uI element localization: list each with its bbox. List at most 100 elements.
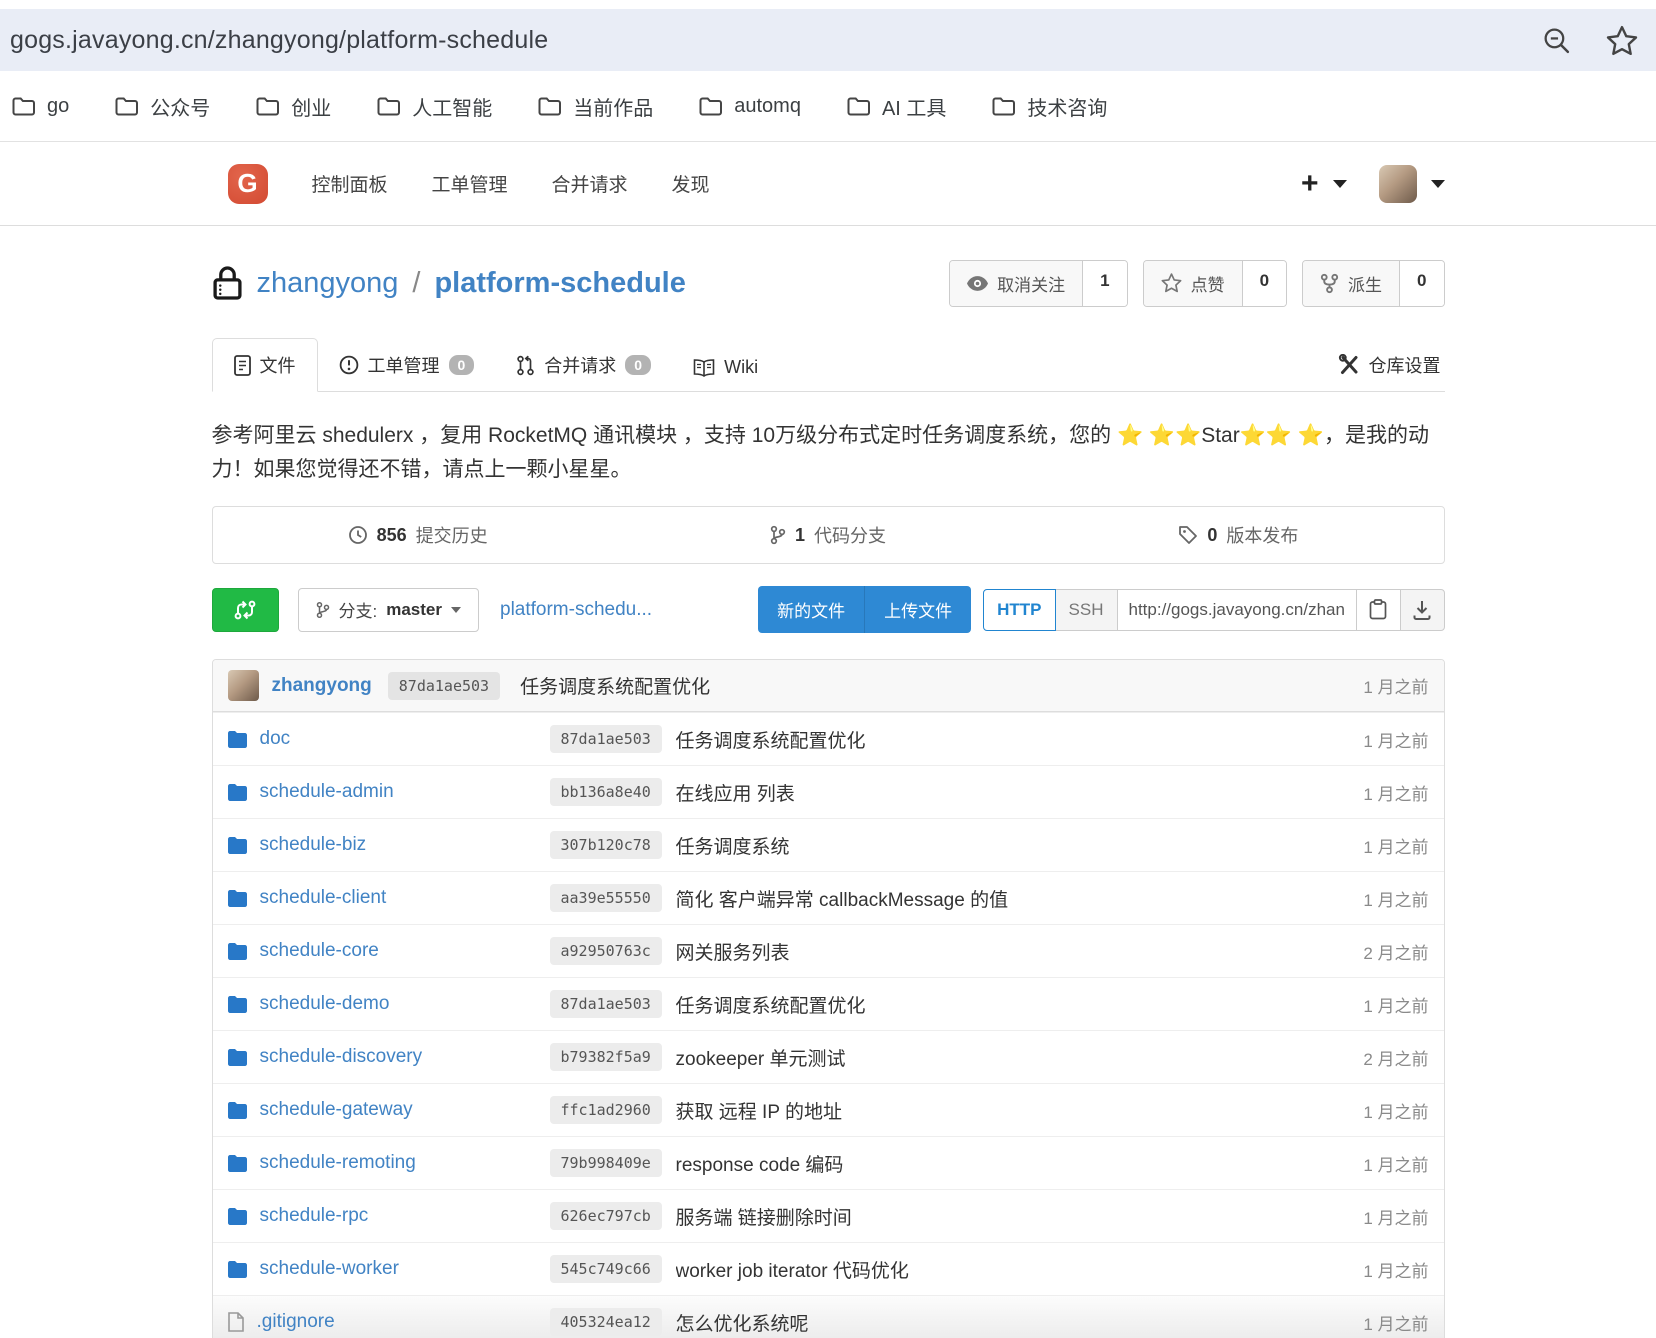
star-button[interactable]: 点赞 — [1144, 261, 1242, 306]
forks-count[interactable]: 0 — [1399, 261, 1443, 306]
table-row-schedule-gateway[interactable]: schedule-gateway ffc1ad2960 获取 远程 IP 的地址… — [213, 1083, 1444, 1136]
commit-hash-badge[interactable]: 87da1ae503 — [550, 725, 662, 753]
gogs-logo[interactable]: G — [228, 164, 268, 204]
browser-url-bar[interactable]: gogs.javayong.cn/zhangyong/platform-sche… — [0, 9, 1656, 71]
table-row-schedule-discovery[interactable]: schedule-discovery b79382f5a9 zookeeper … — [213, 1030, 1444, 1083]
file-link[interactable]: .gitignore — [257, 1311, 335, 1333]
table-row-schedule-client[interactable]: schedule-client aa39e55550 简化 客户端异常 call… — [213, 871, 1444, 924]
nav-pulls[interactable]: 合并请求 — [552, 170, 628, 197]
http-protocol-button[interactable]: HTTP — [983, 589, 1055, 631]
nav-issues[interactable]: 工单管理 — [432, 170, 508, 197]
file-link[interactable]: schedule-gateway — [260, 1099, 413, 1121]
bookmark-item-ai-tools[interactable]: AI 工具 — [847, 92, 946, 121]
table-row-schedule-admin[interactable]: schedule-admin bb136a8e40 在线应用 列表 1 月之前 — [213, 765, 1444, 818]
file-link[interactable]: schedule-rpc — [260, 1205, 369, 1227]
star-icon — [1161, 273, 1182, 293]
commit-hash-badge[interactable]: a92950763c — [550, 937, 662, 965]
bookmark-label: 当前作品 — [573, 92, 653, 121]
commit-hash-badge[interactable]: bb136a8e40 — [550, 778, 662, 806]
create-new-button[interactable]: + — [1301, 169, 1319, 199]
commit-hash-badge[interactable]: 307b120c78 — [550, 831, 662, 859]
folder-icon — [228, 943, 247, 960]
bookmark-item-consult[interactable]: 技术咨询 — [992, 92, 1107, 121]
file-link[interactable]: schedule-demo — [260, 993, 390, 1015]
download-button[interactable] — [1400, 589, 1445, 631]
file-link[interactable]: doc — [260, 728, 291, 750]
upload-file-button[interactable]: 上传文件 — [864, 586, 971, 633]
compare-button[interactable] — [212, 588, 279, 632]
user-avatar[interactable] — [1379, 165, 1417, 203]
commit-hash-badge[interactable]: 87da1ae503 — [550, 990, 662, 1018]
star-label: 点赞 — [1191, 271, 1225, 296]
table-row-doc[interactable]: doc 87da1ae503 任务调度系统配置优化 1 月之前 — [213, 712, 1444, 765]
fork-button[interactable]: 派生 — [1303, 261, 1399, 306]
table-row-schedule-worker[interactable]: schedule-worker 545c749c66 worker job it… — [213, 1242, 1444, 1295]
watchers-count[interactable]: 1 — [1082, 261, 1126, 306]
clone-url-input[interactable] — [1117, 589, 1357, 631]
table-row-schedule-core[interactable]: schedule-core a92950763c 网关服务列表 2 月之前 — [213, 924, 1444, 977]
commits-stat[interactable]: 856 提交历史 — [213, 522, 623, 548]
nav-dashboard[interactable]: 控制面板 — [312, 170, 388, 197]
commit-message: 任务调度系统 — [676, 832, 1364, 859]
tab-pulls[interactable]: 合并请求 0 — [495, 339, 672, 391]
bookmark-item-works[interactable]: 当前作品 — [538, 92, 653, 121]
commit-message: zookeeper 单元测试 — [676, 1044, 1364, 1071]
caret-down-icon[interactable] — [1333, 180, 1347, 188]
url-text[interactable]: gogs.javayong.cn/zhangyong/platform-sche… — [10, 26, 548, 55]
repo-settings-button[interactable]: 仓库设置 — [1334, 339, 1445, 391]
branch-dropdown[interactable]: 分支: master — [298, 588, 480, 632]
branches-stat[interactable]: 1 代码分支 — [623, 522, 1033, 548]
table-row-schedule-rpc[interactable]: schedule-rpc 626ec797cb 服务端 链接删除时间 1 月之前 — [213, 1189, 1444, 1242]
commit-hash-badge[interactable]: 79b998409e — [550, 1149, 662, 1177]
ssh-protocol-button[interactable]: SSH — [1055, 589, 1118, 631]
bookmark-item-ai[interactable]: 人工智能 — [377, 92, 492, 121]
book-icon — [693, 359, 715, 377]
releases-stat[interactable]: 0 版本发布 — [1033, 522, 1443, 548]
commit-hash-badge[interactable]: 87da1ae503 — [388, 672, 500, 700]
repo-name-link[interactable]: platform-schedule — [434, 267, 685, 300]
bookmark-item-automq[interactable]: automq — [699, 95, 801, 118]
folder-icon — [228, 890, 247, 907]
table-row-schedule-biz[interactable]: schedule-biz 307b120c78 任务调度系统 1 月之前 — [213, 818, 1444, 871]
zoom-out-icon[interactable] — [1541, 25, 1572, 56]
commit-author-link[interactable]: zhangyong — [272, 675, 372, 697]
repo-owner-link[interactable]: zhangyong — [257, 267, 399, 300]
bookmark-star-icon[interactable] — [1606, 25, 1638, 56]
table-row-gitignore[interactable]: .gitignore 405324ea12 怎么优化系统呢 1 月之前 — [213, 1295, 1444, 1338]
table-row-schedule-demo[interactable]: schedule-demo 87da1ae503 任务调度系统配置优化 1 月之… — [213, 977, 1444, 1030]
bookmark-item-go[interactable]: go — [12, 95, 69, 118]
copy-url-button[interactable] — [1356, 589, 1401, 631]
folder-icon — [228, 1155, 247, 1172]
commit-hash-badge[interactable]: 545c749c66 — [550, 1255, 662, 1283]
new-file-button[interactable]: 新的文件 — [758, 586, 864, 633]
file-link[interactable]: schedule-core — [260, 940, 379, 962]
commit-hash-badge[interactable]: 405324ea12 — [550, 1308, 662, 1336]
bookmark-item-gongzhonghao[interactable]: 公众号 — [115, 92, 210, 121]
commit-age: 1 月之前 — [1363, 727, 1428, 752]
tab-issues[interactable]: 工单管理 0 — [318, 339, 496, 391]
stars-count[interactable]: 0 — [1242, 261, 1286, 306]
nav-explore[interactable]: 发现 — [672, 170, 710, 197]
file-link[interactable]: schedule-discovery — [260, 1046, 423, 1068]
table-row-schedule-remoting[interactable]: schedule-remoting 79b998409e response co… — [213, 1136, 1444, 1189]
bookmark-item-chuangye[interactable]: 创业 — [256, 92, 331, 121]
commit-hash-badge[interactable]: 626ec797cb — [550, 1202, 662, 1230]
bookmark-label: go — [47, 95, 69, 118]
tab-files-label: 文件 — [260, 352, 296, 378]
caret-down-icon[interactable] — [1431, 180, 1445, 188]
file-link[interactable]: schedule-worker — [260, 1258, 399, 1280]
unwatch-button[interactable]: 取消关注 — [950, 261, 1082, 306]
file-link[interactable]: schedule-remoting — [260, 1152, 416, 1174]
file-link[interactable]: schedule-admin — [260, 781, 394, 803]
file-link[interactable]: schedule-client — [260, 887, 387, 909]
folder-icon — [228, 1208, 247, 1225]
tab-wiki-label: Wiki — [724, 357, 758, 378]
commit-hash-badge[interactable]: ffc1ad2960 — [550, 1096, 662, 1124]
commit-hash-badge[interactable]: b79382f5a9 — [550, 1043, 662, 1071]
tab-wiki[interactable]: Wiki — [672, 344, 779, 391]
tab-files[interactable]: 文件 — [212, 338, 318, 392]
commit-author-avatar[interactable] — [228, 670, 259, 701]
repo-path-link[interactable]: platform-schedu... — [500, 599, 652, 621]
commit-hash-badge[interactable]: aa39e55550 — [550, 884, 662, 912]
file-link[interactable]: schedule-biz — [260, 834, 367, 856]
